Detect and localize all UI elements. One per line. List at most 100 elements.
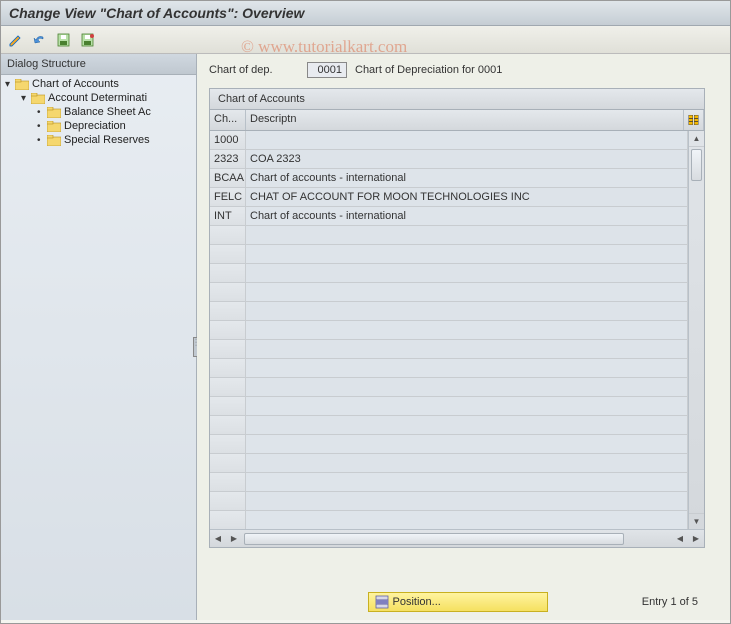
cell-desc[interactable] — [246, 416, 688, 434]
scroll-right-end-icon[interactable]: ▶ — [688, 531, 704, 547]
column-header-code[interactable]: Ch... — [210, 110, 246, 130]
table-row[interactable] — [210, 397, 704, 416]
tree-toggle-icon[interactable]: • — [37, 121, 47, 132]
cell-code[interactable] — [210, 492, 246, 510]
cell-code[interactable] — [210, 416, 246, 434]
cell-code[interactable] — [210, 302, 246, 320]
column-header-desc[interactable]: Descriptn — [246, 110, 684, 130]
cell-code[interactable] — [210, 321, 246, 339]
cell-desc[interactable] — [246, 397, 688, 415]
table-config-button[interactable] — [684, 110, 704, 130]
cell-desc[interactable] — [246, 226, 688, 244]
table-row[interactable] — [210, 340, 704, 359]
cell-desc[interactable] — [246, 454, 688, 472]
scroll-down-icon[interactable]: ▼ — [689, 513, 704, 529]
tree-toggle-icon[interactable]: • — [37, 135, 47, 146]
cell-code[interactable] — [210, 359, 246, 377]
table-row[interactable]: 1000 — [210, 131, 704, 150]
tree-item-balance-sheet-ac[interactable]: •Balance Sheet Ac — [1, 105, 196, 119]
table-row[interactable] — [210, 511, 704, 529]
tree-item-special-reserves[interactable]: •Special Reserves — [1, 133, 196, 147]
table-row[interactable] — [210, 359, 704, 378]
cell-desc[interactable]: Chart of accounts - international — [246, 169, 688, 187]
table-row[interactable]: 2323COA 2323 — [210, 150, 704, 169]
tree-label: Chart of Accounts — [32, 78, 119, 90]
table-row[interactable] — [210, 454, 704, 473]
cell-code[interactable]: INT — [210, 207, 246, 225]
tree-item-depreciation[interactable]: • Depreciation — [1, 119, 196, 133]
table-title: Chart of Accounts — [210, 89, 704, 110]
cell-code[interactable] — [210, 226, 246, 244]
cell-code[interactable]: BCAA — [210, 169, 246, 187]
table-row[interactable] — [210, 321, 704, 340]
cell-desc[interactable] — [246, 283, 688, 301]
table-row[interactable] — [210, 283, 704, 302]
scroll-left-icon[interactable]: ◀ — [210, 531, 226, 547]
tree-toggle-icon[interactable]: ▾ — [21, 93, 31, 104]
tree-label: Depreciation — [64, 120, 126, 132]
cell-desc[interactable] — [246, 492, 688, 510]
tree-item-account-determinati[interactable]: ▾Account Determinati — [1, 91, 196, 105]
cell-code[interactable] — [210, 378, 246, 396]
folder-icon — [31, 93, 45, 104]
cell-desc[interactable] — [246, 473, 688, 491]
table-row[interactable] — [210, 473, 704, 492]
scroll-thumb-v[interactable] — [691, 149, 702, 181]
cell-desc[interactable] — [246, 359, 688, 377]
cell-code[interactable] — [210, 397, 246, 415]
cell-desc[interactable] — [246, 302, 688, 320]
cell-desc[interactable]: CHAT OF ACCOUNT FOR MOON TECHNOLOGIES IN… — [246, 188, 688, 206]
cell-code[interactable] — [210, 511, 246, 529]
cell-code[interactable] — [210, 454, 246, 472]
scroll-left-end-icon[interactable]: ◀ — [672, 531, 688, 547]
table-row[interactable]: INTChart of accounts - international — [210, 207, 704, 226]
position-button[interactable]: Position... — [368, 592, 548, 612]
save-icon[interactable] — [79, 31, 97, 49]
undo-icon[interactable] — [31, 31, 49, 49]
cell-desc[interactable] — [246, 264, 688, 282]
scroll-thumb-h[interactable] — [244, 533, 624, 545]
cell-desc[interactable] — [246, 435, 688, 453]
cell-desc[interactable] — [246, 340, 688, 358]
cell-code[interactable]: 2323 — [210, 150, 246, 168]
cell-code[interactable] — [210, 473, 246, 491]
tree-toggle-icon[interactable]: • — [37, 107, 47, 118]
table-row[interactable] — [210, 226, 704, 245]
table-row[interactable]: BCAAChart of accounts - international — [210, 169, 704, 188]
scroll-right-step-icon[interactable]: ▶ — [226, 531, 242, 547]
cell-code[interactable] — [210, 264, 246, 282]
table-row[interactable] — [210, 245, 704, 264]
cell-desc[interactable]: Chart of accounts - international — [246, 207, 688, 225]
save-all-icon[interactable] — [55, 31, 73, 49]
cell-code[interactable] — [210, 340, 246, 358]
cell-code[interactable] — [210, 245, 246, 263]
table-row[interactable] — [210, 492, 704, 511]
folder-icon — [47, 135, 61, 146]
cell-desc[interactable] — [246, 131, 688, 149]
tree-toggle-icon[interactable]: ▾ — [5, 79, 15, 90]
table-row[interactable] — [210, 435, 704, 454]
vertical-scrollbar[interactable]: ▲ ▼ — [688, 131, 704, 529]
table-row[interactable] — [210, 302, 704, 321]
table-row[interactable]: FELCCHAT OF ACCOUNT FOR MOON TECHNOLOGIE… — [210, 188, 704, 207]
toggle-edit-icon[interactable] — [7, 31, 25, 49]
table-row[interactable] — [210, 416, 704, 435]
scroll-up-icon[interactable]: ▲ — [689, 131, 704, 147]
horizontal-scrollbar[interactable]: ◀ ▶ ◀ ▶ — [210, 529, 704, 547]
cell-desc[interactable] — [246, 321, 688, 339]
cell-code[interactable] — [210, 283, 246, 301]
table-row[interactable] — [210, 264, 704, 283]
cell-desc[interactable]: COA 2323 — [246, 150, 688, 168]
chart-dep-input[interactable] — [307, 62, 347, 78]
content-area: Chart of dep. Chart of Depreciation for … — [197, 54, 730, 620]
table-header: Ch... Descriptn — [210, 110, 704, 131]
tree-item-chart-of-accounts[interactable]: ▾ Chart of Accounts — [1, 77, 196, 91]
cell-desc[interactable] — [246, 511, 688, 529]
cell-code[interactable]: FELC — [210, 188, 246, 206]
cell-desc[interactable] — [246, 378, 688, 396]
cell-code[interactable]: 1000 — [210, 131, 246, 149]
sidebar-header: Dialog Structure — [1, 54, 196, 75]
table-row[interactable] — [210, 378, 704, 397]
cell-code[interactable] — [210, 435, 246, 453]
cell-desc[interactable] — [246, 245, 688, 263]
